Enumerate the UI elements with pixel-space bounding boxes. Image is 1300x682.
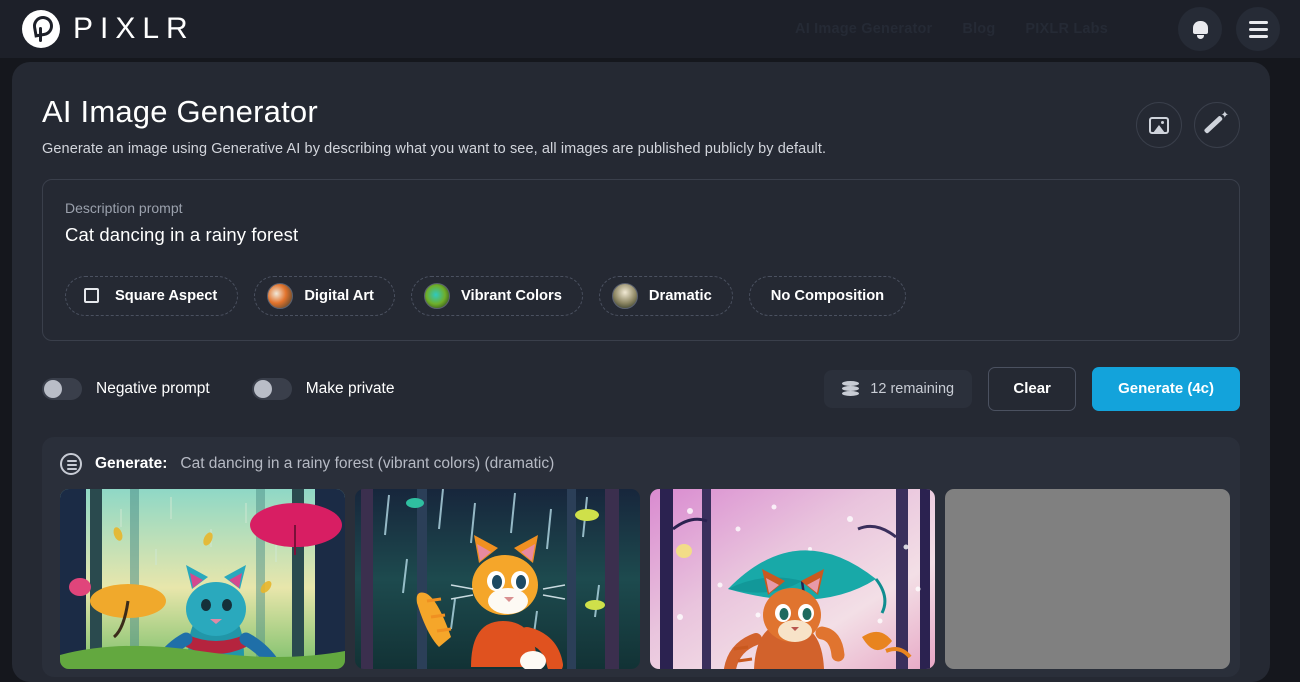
generate-button[interactable]: Generate (4c) bbox=[1092, 366, 1240, 411]
negative-prompt-toggle[interactable] bbox=[42, 377, 82, 400]
result-image-2[interactable] bbox=[355, 488, 640, 669]
square-outline-icon bbox=[78, 283, 104, 309]
header-action-buttons bbox=[1136, 94, 1240, 148]
image-icon bbox=[1149, 116, 1169, 134]
chip-label: Square Aspect bbox=[115, 287, 218, 304]
magic-wand-button[interactable] bbox=[1194, 102, 1240, 148]
result-art-2 bbox=[355, 488, 640, 669]
results-grid bbox=[60, 488, 1230, 669]
results-header: Generate: Cat dancing in a rainy forest … bbox=[60, 452, 1222, 475]
vibrant-colors-thumb-icon bbox=[423, 282, 450, 309]
credits-remaining-label: 12 remaining bbox=[870, 380, 955, 397]
options-row: Negative prompt Make private 12 remainin… bbox=[42, 366, 1240, 411]
nav-link-pixlr-labs[interactable]: PIXLR Labs bbox=[1025, 21, 1108, 37]
results-prompt: Cat dancing in a rainy forest (vibrant c… bbox=[180, 454, 555, 472]
nav-link-blog[interactable]: Blog bbox=[962, 21, 995, 37]
prompt-panel[interactable]: Description prompt Cat dancing in a rain… bbox=[42, 178, 1240, 341]
chip-vibrant-colors[interactable]: Vibrant Colors bbox=[410, 275, 583, 316]
make-private-toggle[interactable] bbox=[251, 377, 292, 400]
make-private-toggle-group[interactable]: Make private bbox=[251, 377, 395, 400]
pixlr-wordmark: PIXLR bbox=[73, 12, 195, 45]
digital-art-thumb-icon bbox=[267, 282, 294, 309]
chip-digital-art[interactable]: Digital Art bbox=[254, 275, 395, 316]
nav-link-ai-image-generator[interactable]: AI Image Generator bbox=[795, 21, 932, 37]
result-image-3[interactable] bbox=[650, 488, 935, 669]
nav-icon-group bbox=[1178, 7, 1280, 51]
gallery-button[interactable] bbox=[1136, 102, 1182, 148]
credits-badge: 12 remaining bbox=[824, 369, 973, 408]
card-header: AI Image Generator Generate an image usi… bbox=[42, 94, 1240, 157]
result-image-4-placeholder[interactable] bbox=[945, 488, 1230, 669]
negative-prompt-toggle-group[interactable]: Negative prompt bbox=[42, 377, 210, 400]
negative-prompt-label: Negative prompt bbox=[96, 379, 210, 397]
result-art-3 bbox=[650, 488, 935, 669]
result-image-1[interactable] bbox=[60, 488, 345, 669]
result-art-1 bbox=[60, 488, 345, 669]
pixlr-logo[interactable]: PIXLR bbox=[22, 10, 195, 48]
menu-button[interactable] bbox=[1236, 7, 1280, 51]
generate-log-icon bbox=[60, 452, 82, 475]
dramatic-thumb-icon bbox=[611, 282, 638, 309]
main-nav: AI Image Generator Blog PIXLR Labs bbox=[795, 7, 1280, 51]
pixlr-mark-icon bbox=[22, 10, 60, 48]
chip-label: Digital Art bbox=[304, 287, 374, 304]
results-title: Generate: bbox=[95, 454, 168, 472]
bell-icon bbox=[1192, 20, 1209, 39]
chip-square-aspect[interactable]: Square Aspect bbox=[65, 275, 239, 316]
make-private-label: Make private bbox=[305, 379, 395, 397]
chip-label: Dramatic bbox=[648, 287, 712, 304]
clear-button[interactable]: Clear bbox=[988, 366, 1077, 411]
top-navigation-bar: PIXLR AI Image Generator Blog PIXLR Labs bbox=[0, 0, 1300, 58]
chip-no-composition[interactable]: No Composition bbox=[748, 275, 907, 316]
chip-label: Vibrant Colors bbox=[460, 287, 562, 304]
notifications-button[interactable] bbox=[1178, 7, 1222, 51]
chip-label: No Composition bbox=[770, 287, 885, 304]
style-chip-row: Square Aspect Digital Art Vibrant Colors… bbox=[65, 275, 1217, 316]
coins-icon bbox=[842, 381, 860, 397]
results-panel: Generate: Cat dancing in a rainy forest … bbox=[42, 436, 1240, 677]
prompt-label: Description prompt bbox=[65, 199, 183, 216]
hamburger-menu-icon bbox=[1248, 20, 1268, 38]
action-button-group: 12 remaining Clear Generate (4c) bbox=[824, 366, 1240, 411]
prompt-input[interactable]: Cat dancing in a rainy forest bbox=[65, 224, 1217, 246]
chip-dramatic[interactable]: Dramatic bbox=[598, 275, 733, 316]
page-subtitle: Generate an image using Generative AI by… bbox=[42, 140, 827, 157]
generator-card: AI Image Generator Generate an image usi… bbox=[12, 62, 1270, 682]
magic-wand-icon bbox=[1206, 110, 1229, 136]
page-title: AI Image Generator bbox=[42, 94, 318, 129]
